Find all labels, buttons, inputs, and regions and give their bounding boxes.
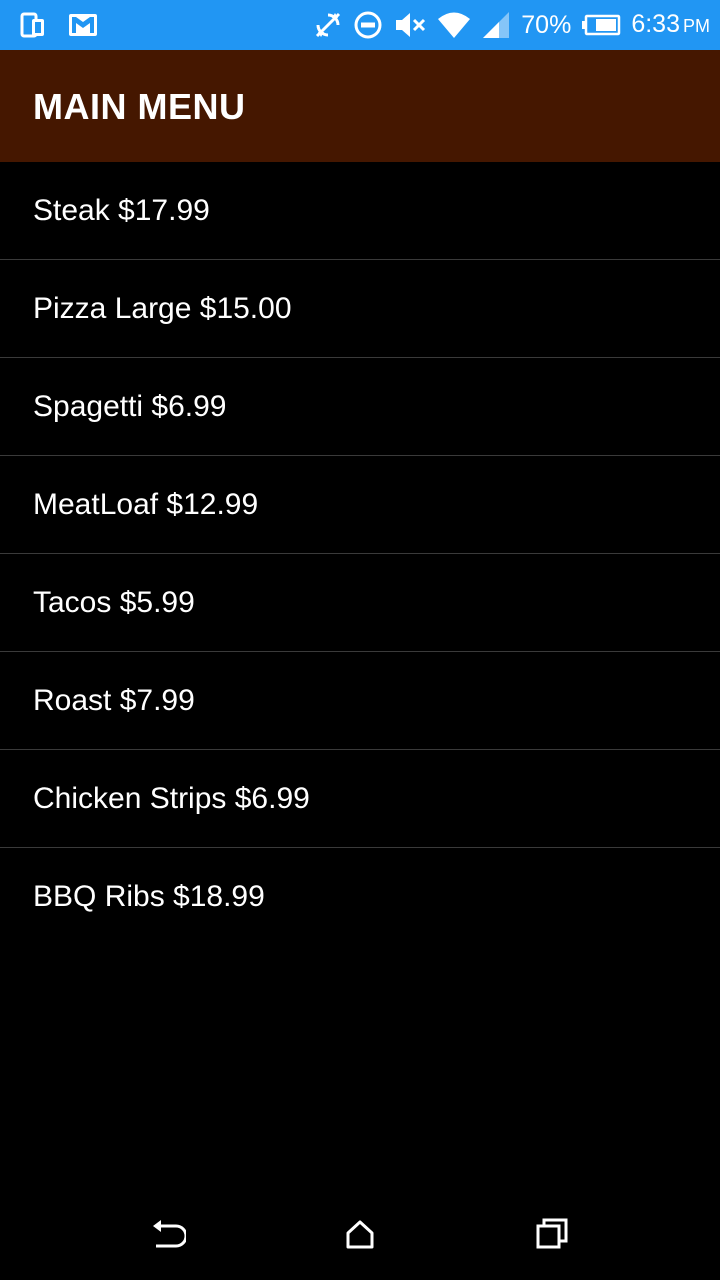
clock: 6:33 PM [631, 7, 710, 43]
status-right-icons: 70% 6:33 PM [313, 8, 710, 42]
clock-time: 6:33 [631, 10, 680, 38]
menu-list: Steak $17.99 Pizza Large $15.00 Spagetti… [0, 162, 720, 945]
home-icon [344, 1218, 376, 1250]
list-item[interactable]: Roast $7.99 [0, 652, 720, 750]
app-bar: MAIN MENU [0, 50, 720, 162]
recents-icon [535, 1217, 569, 1251]
signal-icon [481, 10, 511, 40]
list-item[interactable]: BBQ Ribs $18.99 [0, 848, 720, 945]
list-item[interactable]: MeatLoaf $12.99 [0, 456, 720, 554]
sync-off-icon [313, 10, 343, 40]
device-icon [20, 12, 48, 38]
navigation-bar [0, 1184, 720, 1280]
back-button[interactable] [148, 1214, 188, 1254]
list-item[interactable]: Chicken Strips $6.99 [0, 750, 720, 848]
gmail-icon [68, 13, 98, 37]
list-item[interactable]: Pizza Large $15.00 [0, 260, 720, 358]
status-left-icons [20, 12, 98, 38]
volume-mute-icon [393, 10, 427, 40]
page-title: MAIN MENU [33, 86, 246, 127]
home-button[interactable] [340, 1214, 380, 1254]
battery-icon [581, 14, 621, 36]
list-item[interactable]: Spagetti $6.99 [0, 358, 720, 456]
list-item[interactable]: Steak $17.99 [0, 162, 720, 260]
wifi-icon [437, 10, 471, 40]
back-icon [150, 1218, 186, 1250]
battery-percent: 70% [521, 11, 572, 39]
list-item[interactable]: Tacos $5.99 [0, 554, 720, 652]
status-bar: 70% 6:33 PM [0, 0, 720, 50]
do-not-disturb-icon [353, 10, 383, 40]
clock-ampm: PM [683, 16, 710, 36]
recents-button[interactable] [532, 1214, 572, 1254]
